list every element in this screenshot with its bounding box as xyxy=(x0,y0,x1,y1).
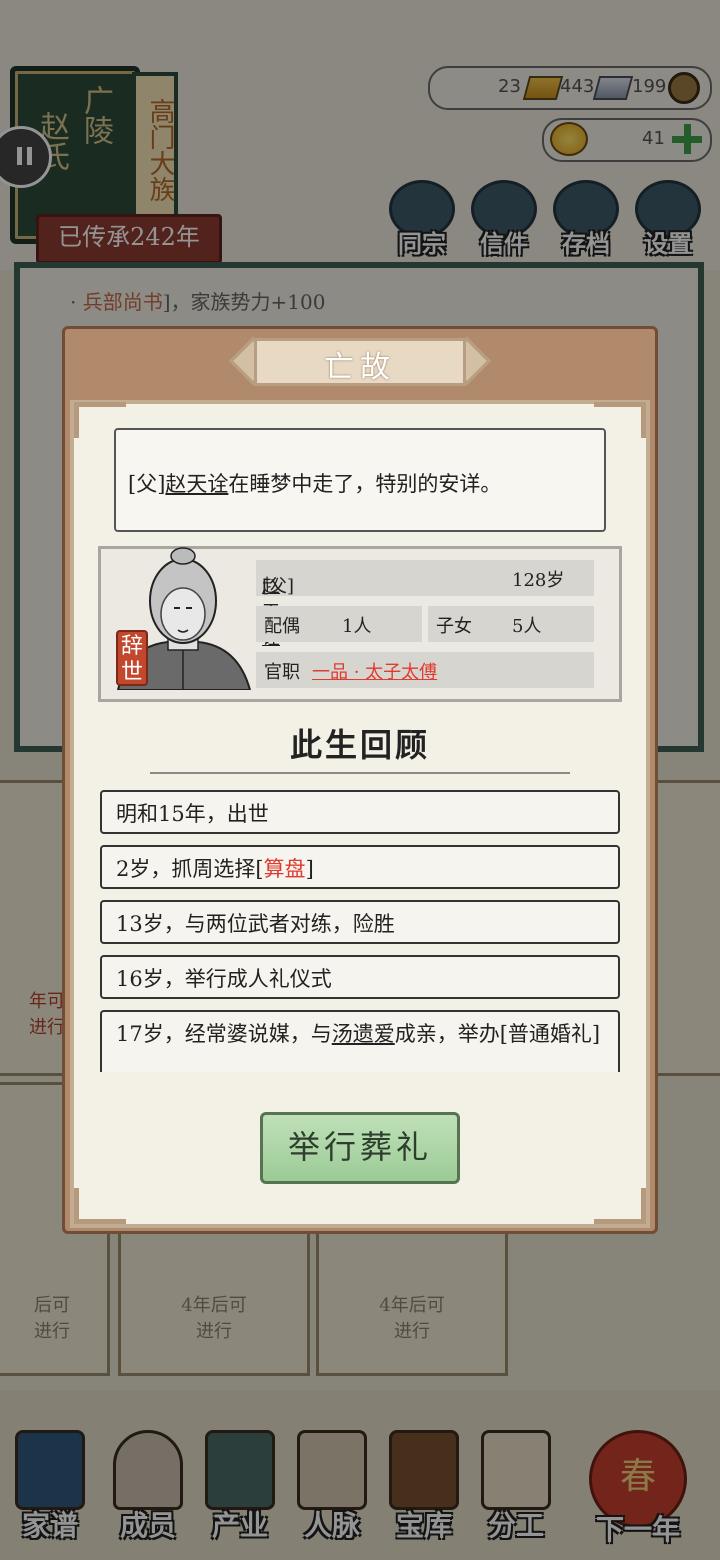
life-event: 13岁，与两位武者对练，险胜 xyxy=(100,900,620,944)
deceased-name-link[interactable]: 赵天诠 xyxy=(165,472,228,496)
modal-title: 亡故 xyxy=(324,350,396,385)
office-title-link[interactable]: 一品 · 太子太傅 xyxy=(312,658,437,684)
life-event: 明和15年，出世 xyxy=(100,790,620,834)
corner-ornament xyxy=(74,1188,126,1224)
life-events-list[interactable]: 明和15年，出世 2岁，抓周选择[算盘] 13岁，与两位武者对练，险胜 16岁，… xyxy=(100,790,620,1072)
spouse-count: 1人 xyxy=(342,616,372,637)
life-event: 2岁，抓周选择[算盘] xyxy=(100,845,620,889)
life-event: 16岁，举行成人礼仪式 xyxy=(100,955,620,999)
section-divider xyxy=(150,772,570,774)
children-row: 子女 5人 xyxy=(428,606,594,642)
person-name-row: [父]赵天诠 128岁 xyxy=(256,560,594,649)
spouse-name-link[interactable]: 汤遗爱 xyxy=(332,1022,395,1046)
person-age: 128岁 xyxy=(512,570,565,591)
hold-funeral-button[interactable]: 举行葬礼 xyxy=(260,1112,460,1184)
modal-title-banner: 亡故 xyxy=(224,334,496,392)
spouse-row: 配偶 1人 xyxy=(256,606,422,642)
children-count: 5人 xyxy=(512,616,542,637)
corner-ornament xyxy=(594,1188,646,1224)
deceased-stamp: 辞世 xyxy=(116,630,148,686)
item-highlight: 算盘 xyxy=(263,857,306,881)
life-event: 17岁，经常婆说媒，与汤遗爱成亲，举办[普通婚礼] xyxy=(100,1010,620,1072)
life-review-title: 此生回顾 xyxy=(289,726,430,764)
death-message: [父]赵天诠在睡梦中走了，特别的安详。 xyxy=(114,428,606,532)
office-row: 官职 一品 · 太子太傅 xyxy=(256,652,594,688)
